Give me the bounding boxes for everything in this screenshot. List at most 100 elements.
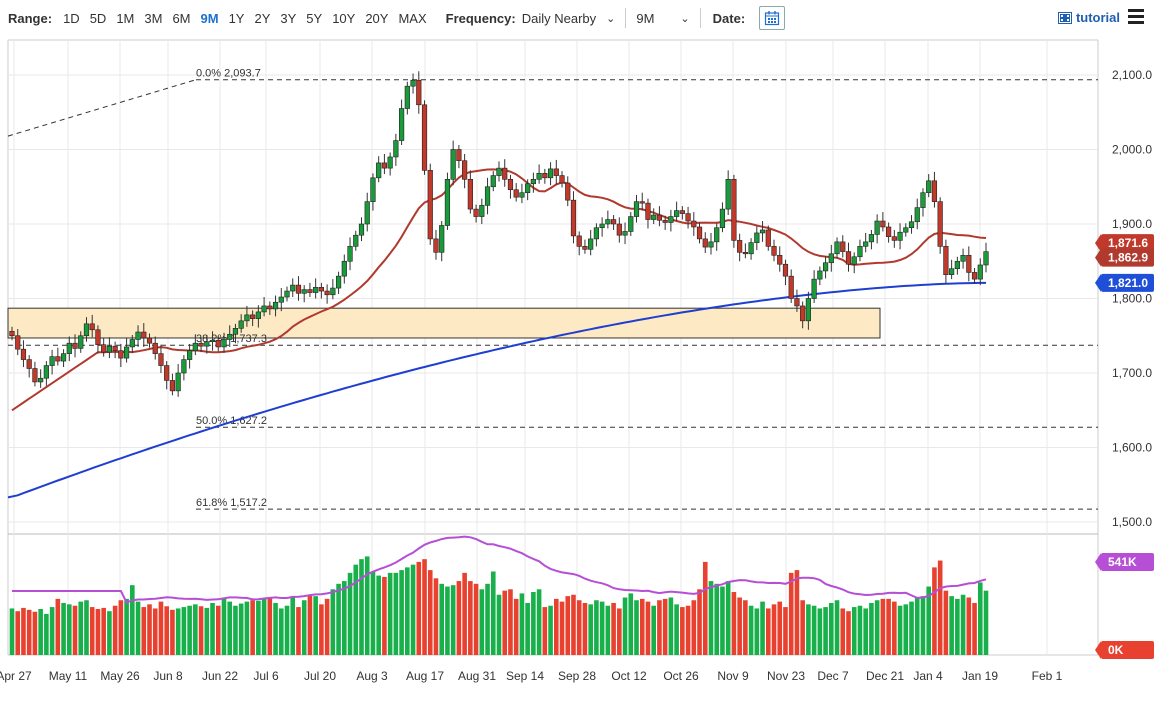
candle-body	[525, 183, 531, 194]
candle-body	[272, 301, 279, 310]
volume-bar	[525, 602, 530, 655]
candle-body	[479, 205, 485, 217]
candle-body	[204, 341, 210, 347]
volume-bar	[851, 607, 857, 655]
candle-body	[450, 149, 456, 180]
candle-body	[748, 242, 754, 255]
volume-bar	[668, 597, 674, 655]
volume-bar	[261, 598, 267, 655]
volume-average-line	[12, 535, 987, 604]
candle-body	[261, 305, 267, 313]
candle-body	[381, 162, 388, 169]
candle-body	[15, 335, 21, 350]
candle-body	[152, 342, 158, 354]
candle-body	[335, 275, 342, 289]
range-3m[interactable]: 3M	[144, 11, 162, 26]
candle-body	[370, 177, 376, 202]
volume-bar	[720, 586, 725, 655]
volume-bar	[445, 586, 450, 655]
volume-bar	[324, 598, 330, 655]
volume-bar	[760, 601, 765, 655]
candle-body	[106, 345, 112, 353]
hamburger-menu-icon[interactable]	[1128, 9, 1144, 27]
range-5d[interactable]: 5D	[90, 11, 107, 26]
ma-long-tag: 1,821.0	[1108, 276, 1148, 290]
range-max[interactable]: MAX	[398, 11, 426, 26]
range-5y[interactable]: 5Y	[306, 11, 322, 26]
range-2y[interactable]: 2Y	[254, 11, 270, 26]
x-tick-label: May 26	[100, 669, 140, 683]
range-20y[interactable]: 20Y	[365, 11, 388, 26]
range-1d[interactable]: 1D	[63, 11, 80, 26]
y-tick-label: 2,000.0	[1112, 143, 1152, 157]
candle-body	[553, 168, 559, 176]
volume-bar	[937, 560, 943, 655]
range-10y[interactable]: 10Y	[332, 11, 355, 26]
range-1m[interactable]: 1M	[116, 11, 134, 26]
x-tick-label: Jan 4	[913, 669, 943, 683]
y-tick-label: 1,900.0	[1112, 217, 1152, 231]
candle-body	[565, 182, 571, 201]
candle-body	[95, 329, 101, 345]
volume-bar	[811, 605, 817, 655]
range-9m[interactable]: 9M	[201, 11, 219, 26]
volume-bar	[238, 603, 244, 655]
period-dropdown[interactable]: 9M ⌄	[636, 11, 689, 26]
volume-bar	[382, 576, 387, 655]
volume-bar	[634, 600, 639, 655]
frequency-value: Daily Nearby	[521, 10, 597, 26]
volume-bar	[685, 605, 691, 655]
range-6m[interactable]: 6M	[172, 11, 190, 26]
volume-bar	[147, 604, 152, 655]
candle-body	[645, 202, 651, 220]
volume-bar	[118, 600, 124, 655]
volume-bar	[531, 592, 536, 655]
candle-body	[43, 365, 49, 379]
volume-bar	[89, 607, 95, 655]
range-3y[interactable]: 3Y	[280, 11, 296, 26]
volume-bar	[748, 605, 754, 655]
tutorial-link[interactable]: tutorial	[1057, 10, 1120, 25]
candle-body	[874, 220, 880, 235]
volume-bar	[296, 607, 301, 655]
candle-body	[232, 327, 239, 335]
range-1y[interactable]: 1Y	[229, 11, 245, 26]
calendar-icon[interactable]	[759, 6, 786, 30]
volume-average-tag: 541K	[1108, 555, 1137, 569]
x-tick-label: Oct 26	[663, 669, 699, 683]
range-label: Range:	[8, 10, 53, 26]
volume-bar	[943, 590, 949, 655]
candle-body	[490, 175, 496, 188]
candle-body	[123, 346, 130, 359]
volume-bar	[737, 597, 742, 655]
candle-body	[416, 79, 422, 106]
volume-bar	[576, 600, 582, 655]
candle-body	[668, 216, 674, 223]
volume-bar	[387, 572, 393, 655]
candle-body	[610, 219, 617, 225]
volume-bar	[559, 601, 565, 655]
frequency-dropdown[interactable]: Daily Nearby ⌄	[522, 11, 616, 26]
candle-body	[72, 342, 78, 349]
candle-body	[26, 359, 32, 369]
volume-bar	[290, 597, 296, 655]
volume-bar	[553, 598, 559, 655]
x-tick-label: Nov 23	[767, 669, 805, 683]
volume-bar	[977, 582, 983, 655]
price-chart[interactable]: Apr 27 May 11 May 26 Jun 8 Jun 22 Jul 6 Jul 20…	[0, 36, 1156, 701]
volume-bar	[319, 604, 324, 655]
volume-bar	[284, 605, 290, 655]
candle-body	[983, 251, 989, 266]
candle-body	[255, 311, 261, 319]
volume-bar	[107, 611, 112, 655]
volume-bar	[542, 607, 548, 655]
candle-body	[977, 264, 983, 280]
candle-body	[685, 213, 691, 222]
volume-bar	[187, 605, 192, 655]
candle-body	[353, 234, 359, 247]
volume-bar	[605, 605, 611, 655]
candle-body	[209, 339, 216, 343]
volume-bar	[164, 606, 169, 655]
candle-body	[570, 199, 577, 237]
candle-body	[473, 208, 479, 217]
